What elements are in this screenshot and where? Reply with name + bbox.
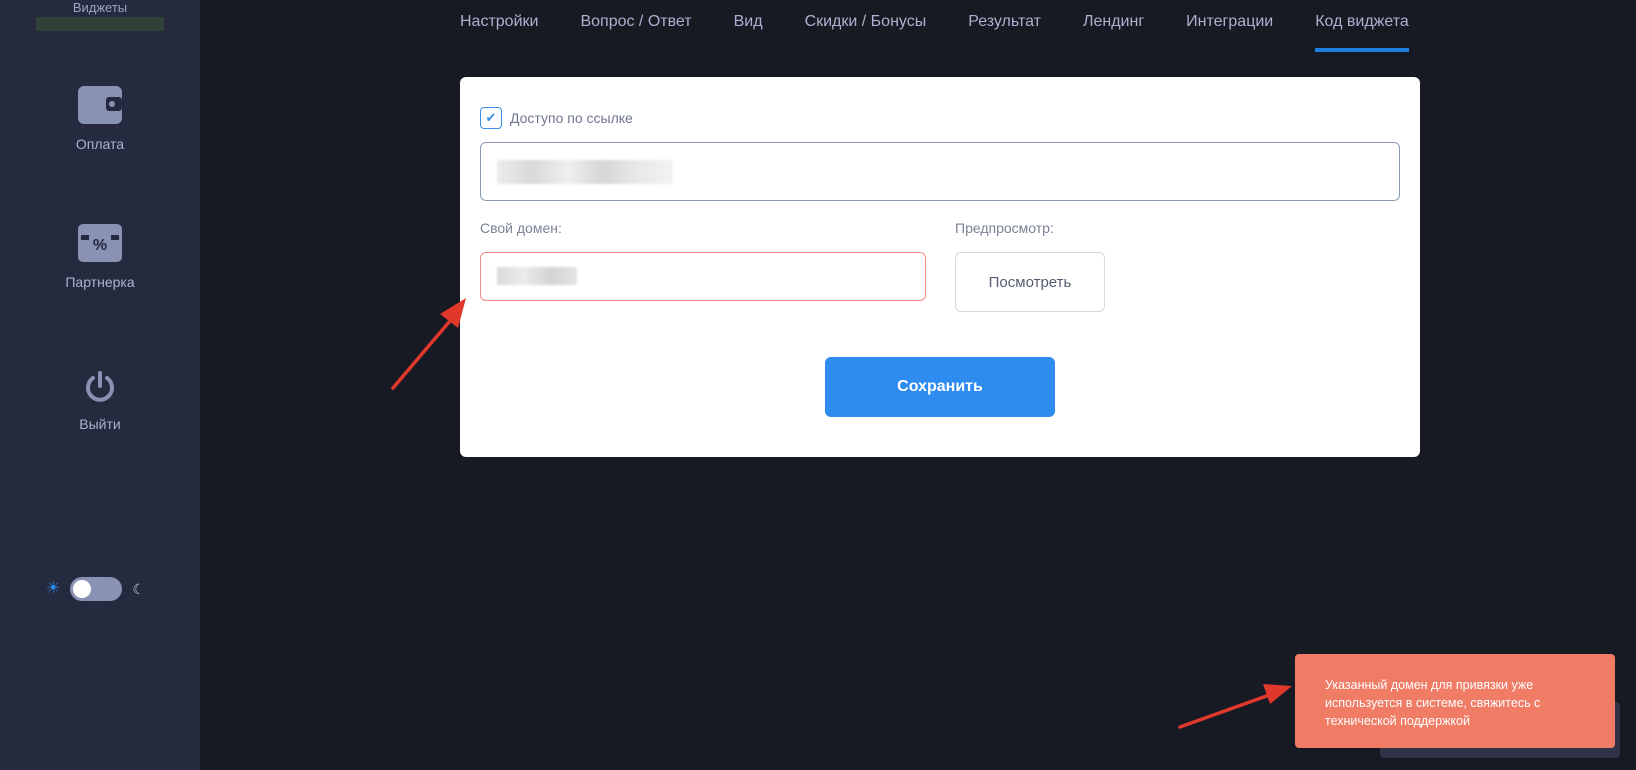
theme-switcher: ☀ ☾ [46,577,145,601]
sidebar-item-label: Партнерка [65,274,135,290]
power-icon [86,371,114,402]
custom-domain-input[interactable] [480,252,926,301]
svg-text:%: % [93,237,107,254]
widget-code-card: ✔ Доступо по ссылке Свой домен: Предпрос… [460,77,1420,457]
toggle-knob [73,580,92,598]
tab-settings[interactable]: Настройки [460,0,538,54]
custom-domain-label: Свой домен: [480,220,562,236]
tab-qa[interactable]: Вопрос / Ответ [580,0,691,54]
tab-result[interactable]: Результат [968,0,1041,54]
link-access-row: ✔ Доступо по ссылке [480,107,633,129]
save-button[interactable]: Сохранить [825,357,1055,417]
preview-button[interactable]: Посмотреть [955,252,1105,312]
percent-ticket-icon: % [78,224,122,262]
sun-icon: ☀ [46,580,61,597]
redacted-value [497,267,577,285]
moon-icon: ☾ [132,581,145,597]
widget-link-field[interactable] [480,142,1400,201]
tab-landing[interactable]: Лендинг [1083,0,1144,54]
sidebar-item-partner[interactable]: % Партнерка [0,224,200,290]
error-toast[interactable]: Указанный домен для привязки уже использ… [1295,654,1615,748]
sidebar-item-logout[interactable]: Выйти [0,370,200,432]
tab-integrations[interactable]: Интеграции [1186,0,1273,54]
preview-label: Предпросмотр: [955,220,1054,236]
checkmark-icon: ✔ [485,110,497,125]
annotation-arrow-domain [391,298,466,390]
tab-view[interactable]: Вид [734,0,763,54]
link-access-checkbox[interactable]: ✔ [480,107,502,129]
tab-widget-code[interactable]: Код виджета [1315,0,1409,54]
sidebar-item-label: Выйти [79,416,121,432]
tab-bar: Настройки Вопрос / Ответ Вид Скидки / Бо… [460,0,1409,54]
blurred-strip [36,17,164,31]
redacted-value [497,160,673,184]
link-access-label: Доступо по ссылке [510,110,633,126]
sidebar-item-payment[interactable]: Оплата [0,86,200,152]
theme-toggle[interactable] [70,577,123,601]
tab-discounts[interactable]: Скидки / Бонусы [805,0,927,54]
sidebar: Виджеты Оплата % Партнерка Выйти ☀ ☾ [0,0,200,770]
sidebar-item-label: Оплата [75,136,125,152]
wallet-icon [78,86,122,124]
sidebar-item-widgets-label[interactable]: Виджеты [0,0,200,15]
annotation-arrow-toast [1178,684,1292,729]
